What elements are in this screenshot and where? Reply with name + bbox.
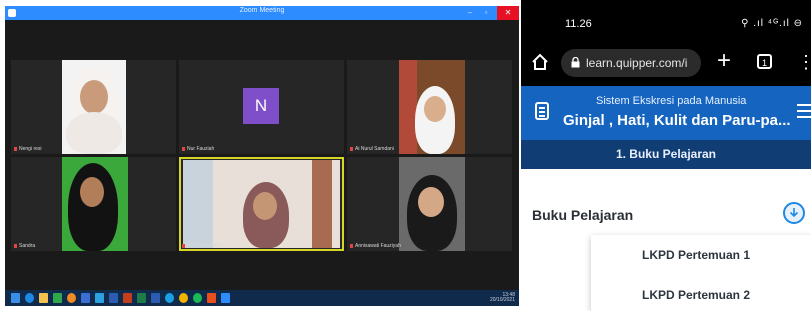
- zoom-taskbar-icon[interactable]: [221, 293, 230, 303]
- participant-video: [62, 157, 128, 251]
- participant-tile[interactable]: Annisawati Fauziyah: [347, 157, 512, 251]
- more-vert-icon[interactable]: ⋮: [797, 49, 811, 75]
- windows-taskbar: 13:48 20/10/2021: [5, 290, 519, 306]
- participant-name: NUR FAUZIAH: [182, 243, 220, 249]
- participant-avatar: N: [243, 88, 279, 124]
- participant-tile[interactable]: N Nur Fauziah: [179, 60, 344, 154]
- minimize-icon[interactable]: –: [465, 7, 475, 18]
- participant-name: Sandra: [14, 243, 35, 249]
- app-icon[interactable]: [151, 293, 160, 303]
- participant-video: [399, 60, 465, 154]
- lesson-subtitle: Sistem Ekskresi pada Manusia: [596, 95, 747, 107]
- participant-tile[interactable]: Nengi resi: [11, 60, 176, 154]
- zoom-window-title: Zoom Meeting: [239, 7, 285, 14]
- lesson-title: Ginjal , Hati, Kulit dan Paru-pa...: [563, 112, 791, 129]
- section-title: Buku Pelajaran: [532, 207, 634, 223]
- hamburger-icon[interactable]: [797, 104, 811, 118]
- phone-screen: 11.26 ⚲ .ıl ⁴ᴳ.ıl ⊖ learn.quipper.com/i …: [521, 0, 811, 311]
- participant-name: Ai Nurul Samdani: [350, 146, 394, 152]
- status-bar: 11.26 ⚲ .ıl ⁴ᴳ.ıl ⊖: [521, 0, 811, 40]
- tab-buku-pelajaran[interactable]: 1. Buku Pelajaran: [521, 147, 811, 161]
- document-icon[interactable]: [535, 102, 549, 120]
- download-circle-icon[interactable]: [783, 202, 805, 224]
- app-icon[interactable]: [193, 293, 202, 303]
- status-time: 11.26: [565, 18, 592, 30]
- participant-name: Nur Fauziah: [182, 146, 214, 152]
- lesson-header: Sistem Ekskresi pada Manusia Ginjal , Ha…: [521, 86, 811, 140]
- status-icons: ⚲ .ıl ⁴ᴳ.ıl ⊖: [741, 18, 803, 29]
- url-text: learn.quipper.com/i: [586, 56, 688, 70]
- participant-name: Annisawati Fauziyah: [350, 243, 401, 249]
- app-icon[interactable]: [81, 293, 90, 303]
- app-icon[interactable]: [207, 293, 216, 303]
- participant-video: [183, 160, 340, 248]
- windows-start-icon[interactable]: [11, 293, 20, 303]
- download-dropdown-menu: LKPD Pertemuan 1 LKPD Pertemuan 2: [591, 235, 811, 311]
- participant-name: Nengi resi: [14, 146, 42, 152]
- app-icon[interactable]: [67, 293, 76, 303]
- lock-icon: [571, 57, 580, 68]
- app-icon[interactable]: [95, 293, 104, 303]
- word-icon[interactable]: [109, 293, 118, 303]
- ie-browser-icon[interactable]: [25, 293, 34, 303]
- clock-date: 20/10/2021: [489, 297, 515, 303]
- url-bar[interactable]: learn.quipper.com/i: [561, 49, 701, 77]
- powerpoint-icon[interactable]: [123, 293, 132, 303]
- tabs-icon[interactable]: 1: [757, 54, 772, 69]
- participant-tile-active[interactable]: NUR FAUZIAH: [179, 157, 344, 251]
- chrome-icon[interactable]: [179, 293, 188, 303]
- edge-icon[interactable]: [165, 293, 174, 303]
- dropdown-item-lkpd-2[interactable]: LKPD Pertemuan 2: [591, 288, 801, 302]
- browser-toolbar: learn.quipper.com/i + 1 ⋮: [521, 40, 811, 86]
- home-icon[interactable]: [531, 53, 549, 71]
- app-icon[interactable]: [53, 293, 62, 303]
- zoom-title-bar: Zoom Meeting – ▫ ✕: [5, 6, 519, 20]
- excel-icon[interactable]: [137, 293, 146, 303]
- participant-tile[interactable]: Ai Nurul Samdani: [347, 60, 512, 154]
- dropdown-item-lkpd-1[interactable]: LKPD Pertemuan 1: [591, 248, 801, 262]
- participant-video: [399, 157, 465, 251]
- chapter-tab-bar: 1. Buku Pelajaran: [521, 140, 811, 169]
- participant-tile[interactable]: Sandra: [11, 157, 176, 251]
- plus-icon[interactable]: +: [717, 46, 731, 76]
- file-explorer-icon[interactable]: [39, 293, 48, 303]
- participant-video: [62, 60, 126, 154]
- system-tray-clock: 13:48 20/10/2021: [490, 293, 515, 303]
- maximize-icon[interactable]: ▫: [481, 7, 491, 18]
- participant-gallery: Nengi resi N Nur Fauziah Ai Nurul Samdan…: [11, 60, 513, 254]
- close-button[interactable]: ✕: [497, 6, 519, 20]
- zoom-window: Zoom Meeting – ▫ ✕ Nengi resi N Nur Fauz…: [5, 6, 519, 306]
